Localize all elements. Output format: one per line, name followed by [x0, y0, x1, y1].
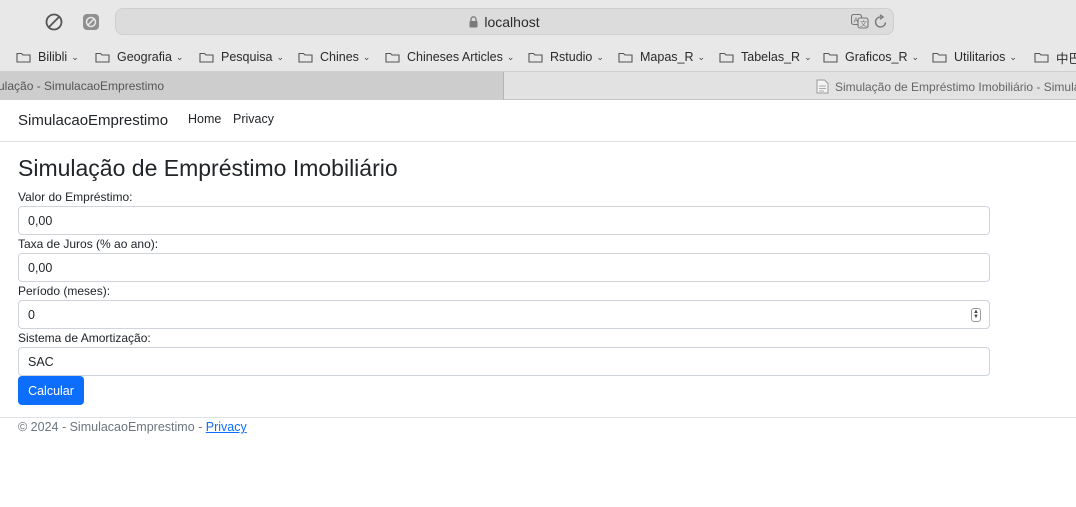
url-text: localhost	[484, 14, 540, 30]
interest-rate-input[interactable]: 0,00	[18, 253, 990, 282]
bookmark-folder[interactable]: Chineses Articles ⌄	[385, 47, 514, 67]
chevron-down-icon: ⌄	[362, 51, 371, 62]
reload-icon[interactable]	[874, 14, 888, 29]
period-input[interactable]: 0 ▲ ▼	[18, 300, 990, 329]
stepper-down-icon[interactable]: ▼	[973, 314, 979, 320]
bookmark-folder[interactable]: Utilitarios ⌄	[932, 47, 1017, 67]
tab-active[interactable]: ulação - SimulacaoEmprestimo	[0, 72, 504, 100]
brand-link[interactable]: SimulacaoEmprestimo	[18, 112, 168, 129]
folder-icon	[385, 52, 400, 63]
tab-bar: ulação - SimulacaoEmprestimo Simulação d…	[0, 71, 1076, 100]
loan-amount-input[interactable]: 0,00	[18, 206, 990, 235]
page-icon	[816, 79, 829, 94]
folder-icon	[932, 52, 947, 63]
extension-icon[interactable]	[81, 12, 101, 32]
tab-inactive[interactable]: Simulação de Empréstimo Imobiliário - Si…	[816, 79, 1076, 94]
loan-amount-label: Valor do Empréstimo:	[18, 190, 133, 204]
bookmark-folder[interactable]: Tabelas_R ⌄	[719, 47, 812, 67]
nav-link-privacy[interactable]: Privacy	[233, 112, 274, 126]
number-stepper[interactable]: ▲ ▼	[971, 308, 981, 322]
bookmark-folder[interactable]: 中巴	[1034, 47, 1076, 67]
address-bar[interactable]: localhost A文	[115, 8, 894, 35]
chevron-down-icon: ⌄	[596, 51, 604, 62]
footer-privacy-link[interactable]: Privacy	[206, 420, 247, 434]
bookmark-folder[interactable]: Rstudio ⌄	[528, 47, 604, 67]
chevron-down-icon: ⌄	[506, 51, 515, 62]
bookmark-folder[interactable]: Mapas_R ⌄	[618, 47, 705, 67]
chevron-down-icon: ⌄	[71, 51, 79, 62]
calculate-button[interactable]: Calcular	[18, 376, 84, 405]
folder-icon	[618, 52, 633, 63]
chevron-down-icon: ⌄	[911, 51, 920, 62]
bookmark-folder[interactable]: Geografia ⌄	[95, 47, 183, 67]
block-icon[interactable]	[44, 12, 64, 32]
bookmark-folder[interactable]: Bilibli ⌄	[16, 47, 79, 67]
chevron-down-icon: ⌄	[276, 51, 284, 62]
browser-toolbar: localhost A文	[0, 0, 1076, 43]
chevron-down-icon: ⌄	[697, 51, 706, 62]
nav-link-home[interactable]: Home	[188, 112, 221, 126]
chevron-down-icon: ⌄	[804, 51, 812, 62]
svg-text:文: 文	[860, 19, 867, 28]
amortization-select[interactable]: SAC	[18, 347, 990, 376]
folder-icon	[528, 52, 543, 63]
folder-icon	[298, 52, 313, 63]
chevron-down-icon: ⌄	[175, 51, 184, 62]
bookmarks-bar: Bilibli ⌄ Geografia ⌄ Pesquisa ⌄ Chines ⌄ Ch…	[0, 43, 1076, 71]
tab-title: ulação - SimulacaoEmprestimo	[0, 79, 165, 93]
period-label: Período (meses):	[18, 284, 111, 298]
folder-icon	[1034, 52, 1049, 63]
folder-icon	[719, 52, 734, 63]
chevron-down-icon: ⌄	[1009, 51, 1017, 62]
bookmark-folder[interactable]: Chines ⌄	[298, 47, 370, 67]
footer: © 2024 - SimulacaoEmprestimo - Privacy	[18, 420, 247, 434]
interest-rate-label: Taxa de Juros (% ao ano):	[18, 237, 159, 251]
amortization-label: Sistema de Amortização:	[18, 331, 151, 345]
translate-icon[interactable]: A文	[851, 14, 869, 29]
folder-icon	[823, 52, 838, 63]
page-title: Simulação de Empréstimo Imobiliário	[18, 155, 398, 181]
lock-icon	[469, 16, 478, 28]
bookmark-folder[interactable]: Pesquisa ⌄	[199, 47, 284, 67]
bookmark-folder[interactable]: Graficos_R ⌄	[823, 47, 919, 67]
folder-icon	[199, 52, 214, 63]
footer-divider	[0, 417, 1076, 418]
footer-text: © 2024 - SimulacaoEmprestimo -	[18, 420, 206, 434]
tab-title: Simulação de Empréstimo Imobiliário - Si…	[835, 79, 1076, 94]
folder-icon	[95, 52, 110, 63]
folder-icon	[16, 52, 31, 63]
site-navbar: SimulacaoEmprestimo Home Privacy	[0, 100, 1076, 142]
